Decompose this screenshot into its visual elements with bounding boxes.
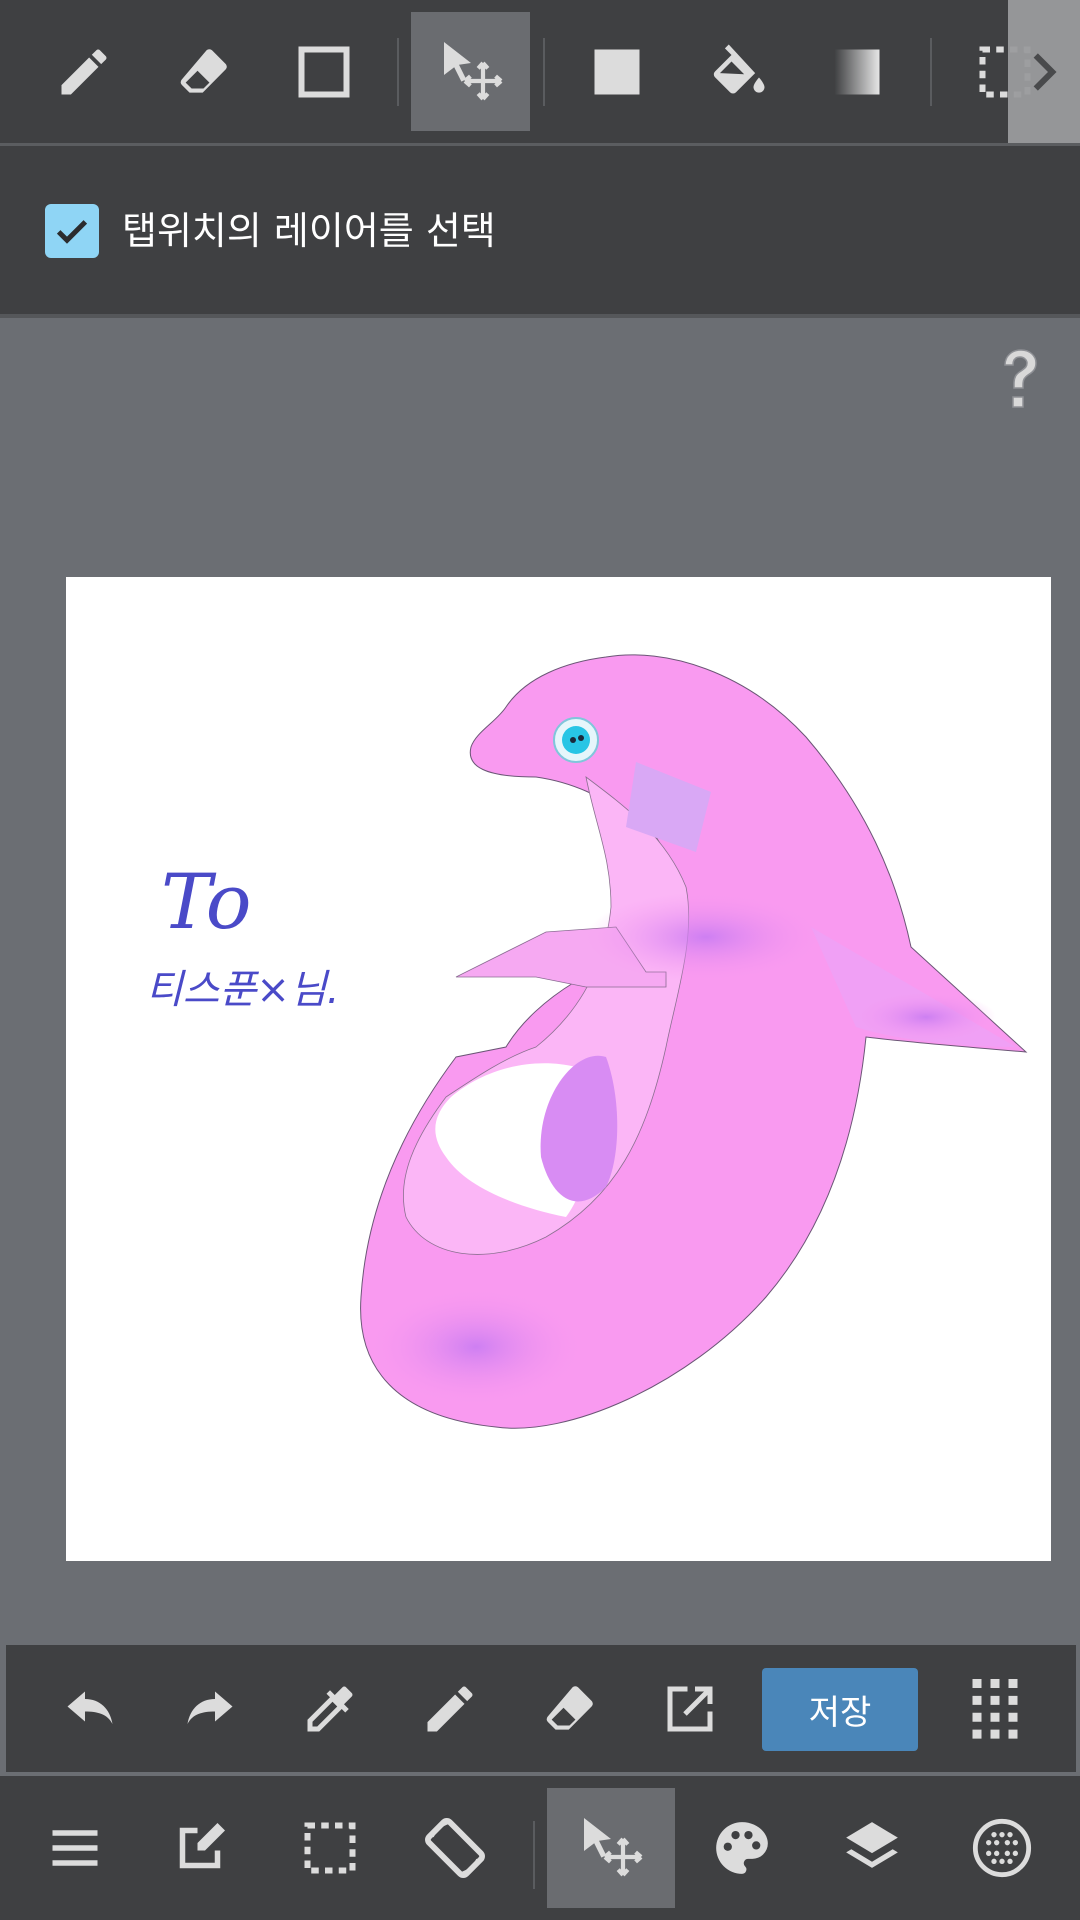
- bucket-icon: [713, 44, 765, 94]
- pen-tool-button[interactable]: [34, 0, 134, 144]
- eraser-tool-button[interactable]: [154, 0, 254, 144]
- undo-button[interactable]: [40, 1645, 140, 1772]
- export-button[interactable]: [640, 1645, 740, 1772]
- nav-divider: [533, 1821, 535, 1889]
- more-menu-button[interactable]: [940, 1645, 1050, 1772]
- rotate-screen-icon: [425, 1818, 485, 1878]
- toolbar-scroll-button[interactable]: [1008, 0, 1080, 144]
- toolbar-divider: [930, 38, 932, 106]
- grid-dots-icon: [972, 1678, 1018, 1739]
- fill-rect-tool-button[interactable]: [567, 0, 667, 144]
- pen-icon: [61, 49, 107, 95]
- gradient-icon: [834, 49, 880, 95]
- layers-button[interactable]: [822, 1776, 922, 1920]
- toolbar-divider: [397, 38, 399, 106]
- layers-icon: [846, 1822, 898, 1868]
- bucket-tool-button[interactable]: [687, 0, 787, 144]
- bottom-navigation: [0, 1776, 1080, 1920]
- hamburger-icon: [52, 1830, 98, 1866]
- rectangle-icon: [298, 46, 350, 98]
- save-button[interactable]: 저장: [762, 1668, 918, 1751]
- eraser-icon: [546, 1685, 593, 1730]
- menu-button[interactable]: [25, 1776, 125, 1920]
- external-link-icon: [667, 1686, 713, 1731]
- eyedropper-icon: [307, 1686, 353, 1731]
- gradient-tool-button[interactable]: [807, 0, 907, 144]
- options-bottom-border: [0, 314, 1080, 318]
- move-icon: [584, 1818, 643, 1877]
- select-layer-label[interactable]: 탭위치의 레이어를 선택: [122, 204, 496, 258]
- move-icon: [443, 41, 502, 100]
- move-mode-button[interactable]: [547, 1788, 675, 1908]
- help-button[interactable]: [995, 345, 1045, 415]
- tool-options-bar: 탭위치의 레이어를 선택: [0, 146, 1080, 318]
- palette-icon: [716, 1822, 768, 1874]
- eraser-shortcut-button[interactable]: [520, 1645, 620, 1772]
- color-palette-button[interactable]: [692, 1776, 792, 1920]
- eraser-icon: [180, 49, 227, 93]
- fill-rect-icon: [594, 49, 640, 95]
- check-icon: [56, 220, 88, 244]
- redo-button[interactable]: [160, 1645, 260, 1772]
- dotted-circle-icon: [972, 1818, 1032, 1878]
- quick-action-bar: 저장: [6, 1645, 1076, 1772]
- pen-icon: [427, 1685, 473, 1731]
- redo-icon: [187, 1691, 233, 1724]
- rotate-canvas-button[interactable]: [405, 1776, 505, 1920]
- select-layer-checkbox[interactable]: [45, 204, 99, 258]
- pen-shortcut-button[interactable]: [400, 1645, 500, 1772]
- chevron-right-icon: [1033, 53, 1057, 91]
- brush-settings-button[interactable]: [952, 1776, 1052, 1920]
- eyedropper-button[interactable]: [280, 1645, 380, 1772]
- toolbar-divider: [543, 38, 545, 106]
- move-tool-button[interactable]: [411, 12, 530, 131]
- tool-toolbar: [0, 0, 1080, 146]
- rectangle-tool-button[interactable]: [274, 0, 374, 144]
- edit-square-icon: [179, 1823, 225, 1869]
- selection-icon: [304, 1822, 356, 1874]
- edit-button[interactable]: [150, 1776, 250, 1920]
- dolphin-artwork: [360, 654, 1028, 1429]
- undo-icon: [67, 1691, 113, 1724]
- canvas-handwriting-to: To: [161, 857, 252, 946]
- question-icon: [1004, 349, 1037, 408]
- drawing-canvas[interactable]: To 티스푼×님.: [66, 577, 1051, 1561]
- canvas-handwriting-name: 티스푼×님.: [146, 967, 340, 1013]
- selection-mode-button[interactable]: [280, 1776, 380, 1920]
